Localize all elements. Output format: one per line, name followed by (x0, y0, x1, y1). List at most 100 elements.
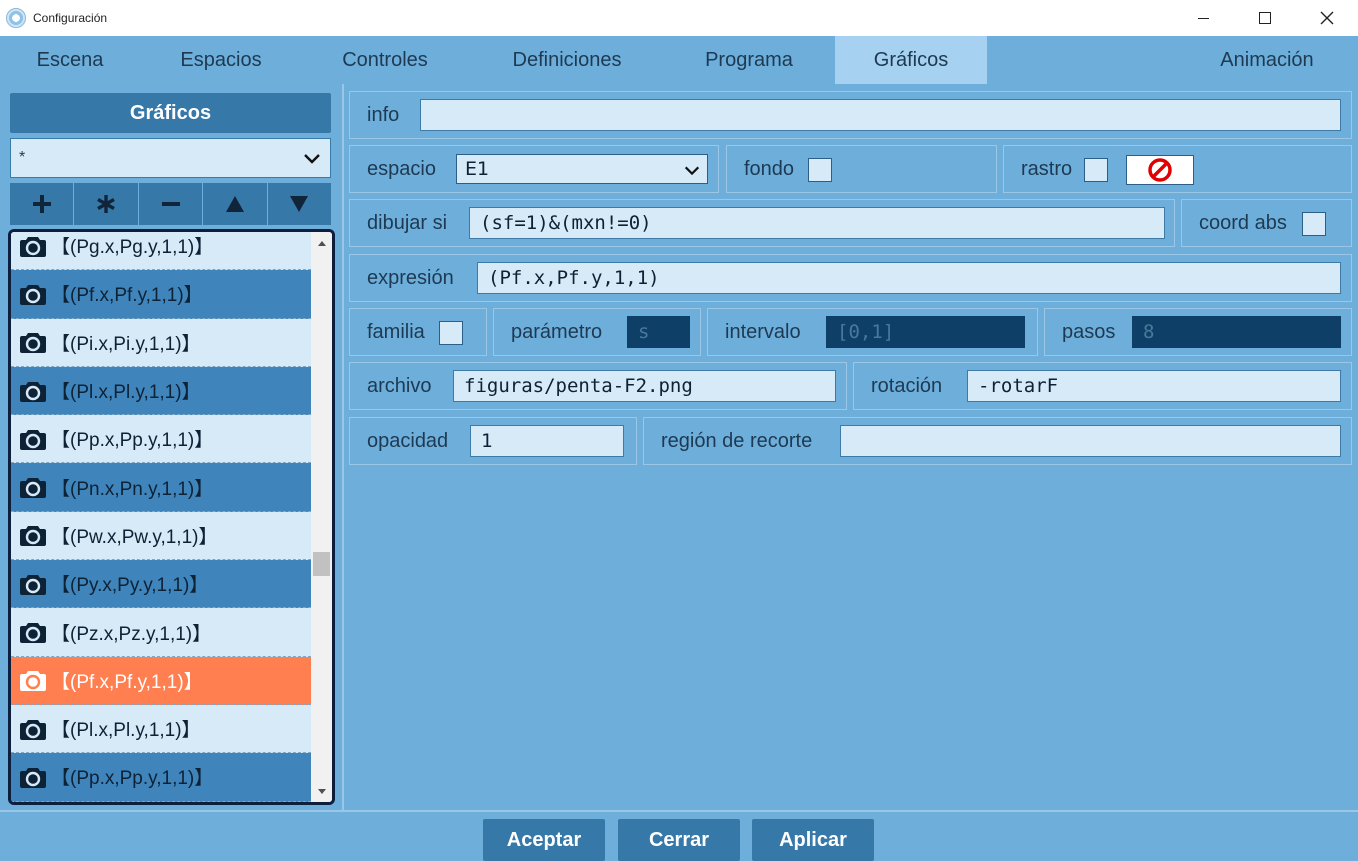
list-item[interactable]: 【(Pp.x,Pp.y,1,1)】 (11, 753, 311, 802)
filter-value: * (19, 149, 26, 166)
scroll-down-button[interactable] (311, 782, 332, 800)
list-item-label: 【(Pn.x,Pn.y,1,1)】 (51, 478, 214, 500)
tab-graficos[interactable]: Gráficos (835, 36, 987, 84)
graphic-properties-panel: info espacio E1 fondo rastro dibujar si … (342, 84, 1358, 810)
dibujar-label: dibujar si (367, 211, 448, 234)
intervalo-group: intervalo [0,1] (707, 308, 1038, 356)
rotacion-input[interactable]: -rotarF (967, 370, 1341, 402)
move-up-button[interactable] (203, 183, 267, 225)
familia-group: familia (349, 308, 487, 356)
camera-icon (19, 233, 49, 259)
espacio-value: E1 (465, 158, 490, 180)
opacidad-group: opacidad 1 (349, 417, 637, 465)
coord-group: coord abs (1181, 199, 1352, 247)
coord-label: coord abs (1199, 211, 1287, 234)
espacio-group: espacio E1 (349, 145, 719, 193)
rotacion-group: rotación -rotarF (853, 362, 1352, 410)
list-item-label: 【(Pg.x,Pg.y,1,1)】 (51, 237, 214, 259)
list-item[interactable]: 【(Pg.x,Pg.y,1,1)】 (11, 232, 311, 271)
list-item-label: 【(Pf.x,Pf.y,1,1)】 (51, 671, 203, 693)
list-item[interactable]: 【(Pn.x,Pn.y,1,1)】 (11, 463, 311, 512)
archivo-label: archivo (367, 374, 432, 397)
expresion-label: expresión (367, 266, 454, 289)
fondo-label: fondo (744, 157, 795, 180)
minus-icon (161, 202, 180, 206)
aceptar-button[interactable]: Aceptar (483, 819, 605, 861)
aplicar-button[interactable]: Aplicar (752, 819, 874, 861)
opacidad-input[interactable]: 1 (470, 425, 624, 457)
list-item-label: 【(Pz.x,Pz.y,1,1)】 (51, 623, 212, 645)
plus-icon (32, 195, 51, 213)
dibujar-input[interactable]: (sf=1)&(mxn!=0) (469, 207, 1165, 239)
region-group: región de recorte (643, 417, 1352, 465)
maximize-icon (1259, 12, 1271, 24)
list-item-selected[interactable]: 【(Pf.x,Pf.y,1,1)】 (11, 656, 311, 705)
triangle-up-icon (225, 196, 244, 212)
tab-animacion[interactable]: Animación (1192, 36, 1342, 84)
espacio-select[interactable]: E1 (456, 154, 708, 184)
maximize-button[interactable] (1234, 0, 1296, 36)
list-item[interactable]: 【(Pn.x,Pn.y,1,1)】 (11, 801, 311, 802)
scroll-thumb[interactable] (313, 552, 330, 576)
add-button[interactable] (10, 183, 74, 225)
title-bar: Configuración (0, 0, 1358, 36)
list-item[interactable]: 【(Pw.x,Pw.y,1,1)】 (11, 511, 311, 561)
list-item[interactable]: 【(Pl.x,Pl.y,1,1)】 (11, 366, 311, 416)
filter-select[interactable]: * (10, 138, 331, 178)
tab-espacios[interactable]: Espacios (150, 36, 292, 84)
fondo-group: fondo (726, 145, 997, 193)
info-input[interactable] (420, 99, 1341, 131)
region-input[interactable] (840, 425, 1341, 457)
rastro-group: rastro (1003, 145, 1352, 193)
list-item[interactable]: 【(Pl.x,Pl.y,1,1)】 (11, 704, 311, 754)
tab-escena[interactable]: Escena (10, 36, 130, 84)
scroll-down-icon (317, 788, 326, 794)
familia-label: familia (367, 320, 425, 343)
expresion-input[interactable]: (Pf.x,Pf.y,1,1) (477, 262, 1341, 294)
pasos-input[interactable]: 8 (1132, 316, 1341, 348)
camera-icon (19, 378, 49, 404)
intervalo-input[interactable]: [0,1] (826, 316, 1025, 348)
camera-icon (19, 716, 49, 742)
camera-icon (19, 619, 49, 645)
list-item-label: 【(Pl.x,Pl.y,1,1)】 (51, 382, 201, 404)
camera-icon (19, 764, 49, 790)
pasos-label: pasos (1062, 320, 1116, 343)
remove-button[interactable] (138, 183, 203, 225)
rastro-color-button[interactable] (1126, 155, 1194, 185)
move-down-button[interactable] (267, 183, 332, 225)
camera-icon (19, 426, 49, 452)
rastro-checkbox[interactable] (1084, 158, 1108, 182)
graphics-list: 【(Pg.x,Pg.y,1,1)】 【(Pf.x,Pf.y,1,1)】 【(Pi.x… (8, 229, 335, 805)
list-item[interactable]: 【(Pz.x,Pz.y,1,1)】 (11, 608, 311, 657)
clone-button[interactable] (74, 183, 138, 225)
camera-icon (19, 522, 49, 548)
minimize-button[interactable] (1172, 0, 1234, 36)
no-color-icon (1148, 158, 1172, 182)
rastro-label: rastro (1021, 157, 1073, 180)
fondo-checkbox[interactable] (808, 158, 832, 182)
tab-definiciones[interactable]: Definiciones (490, 36, 644, 84)
close-icon (1320, 11, 1334, 25)
familia-checkbox[interactable] (439, 321, 463, 345)
close-button[interactable] (1296, 0, 1358, 36)
pasos-group: pasos 8 (1044, 308, 1352, 356)
cerrar-button[interactable]: Cerrar (618, 819, 740, 861)
tab-programa[interactable]: Programa (680, 36, 818, 84)
coord-abs-checkbox[interactable] (1302, 212, 1326, 236)
list-item[interactable]: 【(Pi.x,Pi.y,1,1)】 (11, 318, 311, 367)
archivo-input[interactable]: figuras/penta-F2.png (453, 370, 836, 402)
espacio-label: espacio (367, 157, 436, 180)
chevron-down-icon (684, 166, 700, 176)
parametro-label: parámetro (511, 320, 603, 343)
panel-title: Gráficos (10, 93, 331, 133)
chevron-down-icon (304, 154, 320, 164)
list-item[interactable]: 【(Pp.x,Pp.y,1,1)】 (11, 415, 311, 464)
parametro-input[interactable]: s (627, 316, 690, 348)
dibujar-group: dibujar si (sf=1)&(mxn!=0) (349, 199, 1175, 247)
scroll-up-button[interactable] (311, 234, 332, 252)
list-item[interactable]: 【(Pf.x,Pf.y,1,1)】 (11, 270, 311, 319)
tab-controles[interactable]: Controles (315, 36, 455, 84)
list-item[interactable]: 【(Py.x,Py.y,1,1)】 (11, 560, 311, 609)
list-scrollbar[interactable] (311, 232, 332, 802)
